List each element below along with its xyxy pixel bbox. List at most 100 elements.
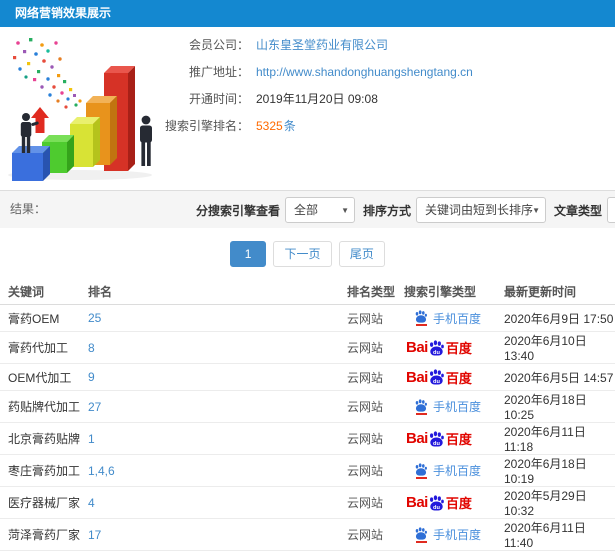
svg-text:du: du <box>433 440 440 446</box>
rank-link[interactable]: 4 <box>88 496 95 510</box>
rank-cell: 9 <box>88 363 347 391</box>
rank-link[interactable]: 9 <box>88 370 95 384</box>
table-row: OEM代加工 9 云网站 Bai du 百度 2020年6月5日 14:57 <box>0 363 615 391</box>
baidu-pc-logo: Bai du 百度 <box>406 493 472 512</box>
chevron-down-icon: ▼ <box>341 206 350 215</box>
open-time-label: 开通时间： <box>188 92 249 106</box>
baidu-mobile-logo: 手机百度 <box>414 310 481 327</box>
engine-type-cell: Bai du 百度 <box>404 363 504 391</box>
table-row: 膏药代加工 8 云网站 Bai du 百度 2020年6月10日 13:40 <box>0 331 615 364</box>
company-label: 会员公司： <box>188 38 249 52</box>
baidu-paw-icon <box>415 398 427 412</box>
updated-time-cell: 2020年6月11日 11:18 <box>504 422 615 455</box>
info-row-company: 会员公司： 山东皇圣堂药业有限公司 <box>162 37 473 53</box>
table-row: 药贴牌代加工 27 云网站 手机百度 2020年6月18日 10:25 <box>0 390 615 423</box>
keyword-ranking-table: 关键词 排名 排名类型 搜索引擎类型 最新更新时间 膏药OEM 25 云网站 手机百… <box>0 278 615 551</box>
updated-time-cell: 2020年6月5日 14:57 <box>504 363 615 391</box>
col-header-engine-type: 搜索引擎类型 <box>404 278 504 305</box>
promo-url-label: 推广地址： <box>188 65 249 79</box>
keyword-cell: 膏药代加工 <box>0 331 88 364</box>
filter-bar: 结果： 分搜索引擎查看 全部▼ 排序方式 关键词由短到长排序▼ 文章类型 全部▼… <box>0 190 615 228</box>
engine-type-cell: Bai du 百度 <box>404 331 504 364</box>
rank-link[interactable]: 8 <box>88 341 95 355</box>
bar-chart-illustration <box>0 27 162 186</box>
baidu-paw-icon <box>415 462 427 476</box>
keyword-cell: 北京膏药贴牌 <box>0 422 88 455</box>
keyword-cell: 枣庄膏药加工 <box>0 454 88 487</box>
svg-text:du: du <box>433 349 440 355</box>
mobile-baidu-label: 手机百度 <box>433 464 482 478</box>
red-underline <box>415 412 427 415</box>
baidu-bai-text: Bai <box>406 339 428 356</box>
mobile-baidu-label: 手机百度 <box>433 528 482 542</box>
keyword-cell: 膏药OEM <box>0 304 88 332</box>
rank-link[interactable]: 17 <box>88 528 101 542</box>
keyword-cell: 菏泽膏药厂家 <box>0 518 88 551</box>
baidu-cn-text: 百度 <box>445 432 472 447</box>
baidu-cn-text: 百度 <box>445 341 472 356</box>
open-time-value: 2019年11月20日 09:08 <box>256 92 378 106</box>
baidu-bai-text: Bai <box>406 430 428 447</box>
col-header-updated: 最新更新时间 <box>504 278 615 305</box>
keyword-cell: OEM代加工 <box>0 363 88 391</box>
rank-cell: 25 <box>88 304 347 332</box>
svg-text:du: du <box>433 504 440 510</box>
baidu-bai-text: Bai <box>406 368 428 386</box>
filter-controls: 分搜索引擎查看 全部▼ 排序方式 关键词由短到长排序▼ 文章类型 全部▼ 提交 <box>196 196 615 224</box>
rank-type-cell: 云网站 <box>347 331 404 364</box>
baidu-mobile-logo: 手机百度 <box>414 398 481 415</box>
rank-cell: 4 <box>88 486 347 519</box>
engine-filter-select[interactable]: 全部 ▼ <box>285 197 356 223</box>
rank-link[interactable]: 1 <box>88 432 95 446</box>
next-page-button[interactable]: 下一页 <box>273 241 332 267</box>
rank-link[interactable]: 25 <box>88 311 101 325</box>
table-row: 膏药OEM 25 云网站 手机百度 2020年6月9日 17:50 <box>0 304 615 332</box>
page-button-current[interactable]: 1 <box>230 241 267 267</box>
baidu-bai-text: Bai <box>406 494 428 511</box>
table-row: 医疗器械厂家 4 云网站 Bai du 百度 2020年5月29日 10:32 <box>0 486 615 519</box>
svg-text:du: du <box>433 379 440 385</box>
table-row: 北京膏药贴牌 1 云网站 Bai du 百度 2020年6月11日 11:18 <box>0 422 615 455</box>
rank-type-cell: 云网站 <box>347 454 404 487</box>
col-header-keyword: 关键词 <box>0 278 88 305</box>
rank-link[interactable]: 1,4,6 <box>88 464 115 478</box>
baidu-paw-icon: du <box>429 339 444 355</box>
info-section: 会员公司： 山东皇圣堂药业有限公司 推广地址： http://www.shand… <box>0 27 615 190</box>
promo-url-link[interactable]: http://www.shandonghuangshengtang.cn <box>256 64 473 80</box>
updated-time-cell: 2020年6月10日 13:40 <box>504 331 615 364</box>
engine-type-cell: 手机百度 <box>404 390 504 423</box>
rank-cell: 27 <box>88 390 347 423</box>
table-row: 菏泽膏药厂家 17 云网站 手机百度 2020年6月11日 11:40 <box>0 518 615 551</box>
table-row: 枣庄膏药加工 1,4,6 云网站 手机百度 2020年6月18日 10:19 <box>0 454 615 487</box>
rank-type-cell: 云网站 <box>347 304 404 332</box>
pagination: 1 下一页 尾页 <box>0 241 615 268</box>
baidu-pc-logo: Bai du 百度 <box>406 368 472 387</box>
company-link[interactable]: 山东皇圣堂药业有限公司 <box>256 37 388 53</box>
mobile-baidu-label: 手机百度 <box>433 400 482 414</box>
baidu-mobile-logo: 手机百度 <box>414 526 481 543</box>
rank-link[interactable]: 27 <box>88 400 101 414</box>
rank-cell: 1 <box>88 422 347 455</box>
last-page-button[interactable]: 尾页 <box>338 241 385 267</box>
page-title: 网络营销效果展示 <box>15 6 112 20</box>
rank-type-cell: 云网站 <box>347 486 404 519</box>
baidu-paw-icon: du <box>429 494 444 510</box>
baidu-pc-logo: Bai du 百度 <box>406 429 472 448</box>
info-row-opened: 开通时间： 2019年11月20日 09:08 <box>162 91 473 107</box>
rank-cell: 17 <box>88 518 347 551</box>
article-type-select[interactable]: 全部▼ <box>607 197 615 223</box>
baidu-pc-logo: Bai du 百度 <box>406 338 472 357</box>
engine-rank-value: 5325条 <box>256 118 296 134</box>
businessman-figure-right <box>140 115 152 166</box>
rank-type-cell: 云网站 <box>347 363 404 391</box>
result-label: 结果： <box>10 202 47 216</box>
sort-filter-select[interactable]: 关键词由短到长排序 ▼ <box>416 197 547 223</box>
rank-unit: 条 <box>283 119 296 133</box>
sort-filter-label: 排序方式 <box>363 203 412 218</box>
baidu-paw-icon: du <box>429 430 444 446</box>
baidu-mobile-logo: 手机百度 <box>414 462 481 479</box>
engine-type-cell: Bai du 百度 <box>404 486 504 519</box>
updated-time-cell: 2020年6月11日 11:40 <box>504 518 615 551</box>
keyword-cell: 医疗器械厂家 <box>0 486 88 519</box>
baidu-paw-icon <box>415 526 427 540</box>
